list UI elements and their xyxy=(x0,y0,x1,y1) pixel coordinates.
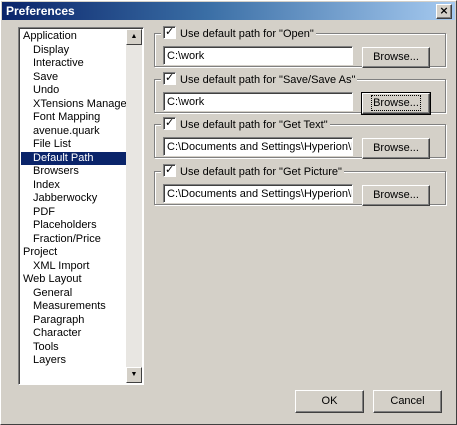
save-path-group: ✓ Use default path for "Save/Save As" C:\… xyxy=(154,71,446,115)
getpicture-path-label[interactable]: Use default path for "Get Picture" xyxy=(180,166,342,178)
getpicture-browse-label: Browse... xyxy=(373,189,419,201)
vertical-scrollbar[interactable]: ▲ ▼ xyxy=(126,29,142,383)
tree-item[interactable]: Tools xyxy=(21,341,127,355)
check-icon: ✓ xyxy=(165,25,175,38)
tree-item[interactable]: File List xyxy=(21,138,127,152)
tree-item[interactable]: Undo xyxy=(21,84,127,98)
tree-item[interactable]: Save xyxy=(21,71,127,85)
gettext-path-legend: ✓ Use default path for "Get Text" xyxy=(161,116,330,131)
open-browse-label: Browse... xyxy=(373,51,419,63)
tree-item[interactable]: Font Mapping xyxy=(21,111,127,125)
gettext-path-field[interactable]: C:\Documents and Settings\Hyperion\Mon xyxy=(163,137,353,156)
tree-item[interactable]: Web Layout xyxy=(21,273,127,287)
tree-item[interactable]: Application xyxy=(21,30,127,44)
dialog-title: Preferences xyxy=(6,4,75,18)
gettext-browse-label: Browse... xyxy=(373,142,419,154)
gettext-browse-button[interactable]: Browse... xyxy=(362,138,430,159)
scroll-up-button[interactable]: ▲ xyxy=(126,29,142,45)
tree-item[interactable]: Placeholders xyxy=(21,219,127,233)
tree-item[interactable]: Layers xyxy=(21,354,127,368)
gettext-path-label[interactable]: Use default path for "Get Text" xyxy=(180,119,328,131)
tree-item[interactable]: Interactive xyxy=(21,57,127,71)
getpicture-path-legend: ✓ Use default path for "Get Picture" xyxy=(161,163,344,178)
scroll-down-button[interactable]: ▼ xyxy=(126,367,142,383)
close-button[interactable]: × xyxy=(436,4,452,19)
getpicture-path-field[interactable]: C:\Documents and Settings\Hyperion\Mon xyxy=(163,184,353,203)
tree-item[interactable]: PDF xyxy=(21,206,127,220)
save-path-checkbox[interactable]: ✓ xyxy=(163,71,176,85)
tree-item[interactable]: Index xyxy=(21,179,127,193)
save-path-label[interactable]: Use default path for "Save/Save As" xyxy=(180,74,355,86)
save-browse-button[interactable]: Browse... xyxy=(361,92,431,115)
open-path-checkbox[interactable]: ✓ xyxy=(163,25,176,39)
getpicture-path-checkbox[interactable]: ✓ xyxy=(163,163,176,177)
preferences-category-list[interactable]: Application Display Interactive Save Undo XTe… xyxy=(18,27,144,385)
check-icon: ✓ xyxy=(165,116,175,129)
tree-item[interactable]: Browsers xyxy=(21,165,127,179)
save-path-legend: ✓ Use default path for "Save/Save As" xyxy=(161,71,358,86)
tree-item[interactable]: Paragraph xyxy=(21,314,127,328)
open-path-legend: ✓ Use default path for "Open" xyxy=(161,25,316,40)
tree-item[interactable]: Fraction/Price xyxy=(21,233,127,247)
ok-button[interactable]: OK xyxy=(295,390,364,413)
open-browse-button[interactable]: Browse... xyxy=(362,47,430,68)
tree-item[interactable]: XML Import xyxy=(21,260,127,274)
tree-item[interactable]: Character xyxy=(21,327,127,341)
save-path-field[interactable]: C:\work xyxy=(163,92,353,111)
open-path-group: ✓ Use default path for "Open" C:\work Bro… xyxy=(154,25,446,68)
tree-item[interactable]: Measurements xyxy=(21,300,127,314)
save-browse-label: Browse... xyxy=(371,95,421,111)
gettext-path-checkbox[interactable]: ✓ xyxy=(163,116,176,130)
tree-item[interactable]: Jabberwocky xyxy=(21,192,127,206)
gettext-path-group: ✓ Use default path for "Get Text" C:\Docu… xyxy=(154,116,446,159)
tree-item[interactable]: Display xyxy=(21,44,127,58)
open-path-label[interactable]: Use default path for "Open" xyxy=(180,28,314,40)
title-bar[interactable]: Preferences × xyxy=(2,2,455,20)
tree-item[interactable]: Default Path xyxy=(21,151,127,165)
category-tree: Application Display Interactive Save Undo XTe… xyxy=(21,30,130,368)
getpicture-path-group: ✓ Use default path for "Get Picture" C:\D… xyxy=(154,163,446,206)
tree-item[interactable]: avenue.quark xyxy=(21,125,127,139)
open-path-field[interactable]: C:\work xyxy=(163,46,353,65)
check-icon: ✓ xyxy=(165,163,175,176)
tree-item[interactable]: General xyxy=(21,287,127,301)
check-icon: ✓ xyxy=(165,71,175,84)
cancel-button[interactable]: Cancel xyxy=(373,390,442,413)
getpicture-browse-button[interactable]: Browse... xyxy=(362,185,430,206)
tree-item[interactable]: XTensions Manager xyxy=(21,98,130,112)
tree-item[interactable]: Project xyxy=(21,246,127,260)
